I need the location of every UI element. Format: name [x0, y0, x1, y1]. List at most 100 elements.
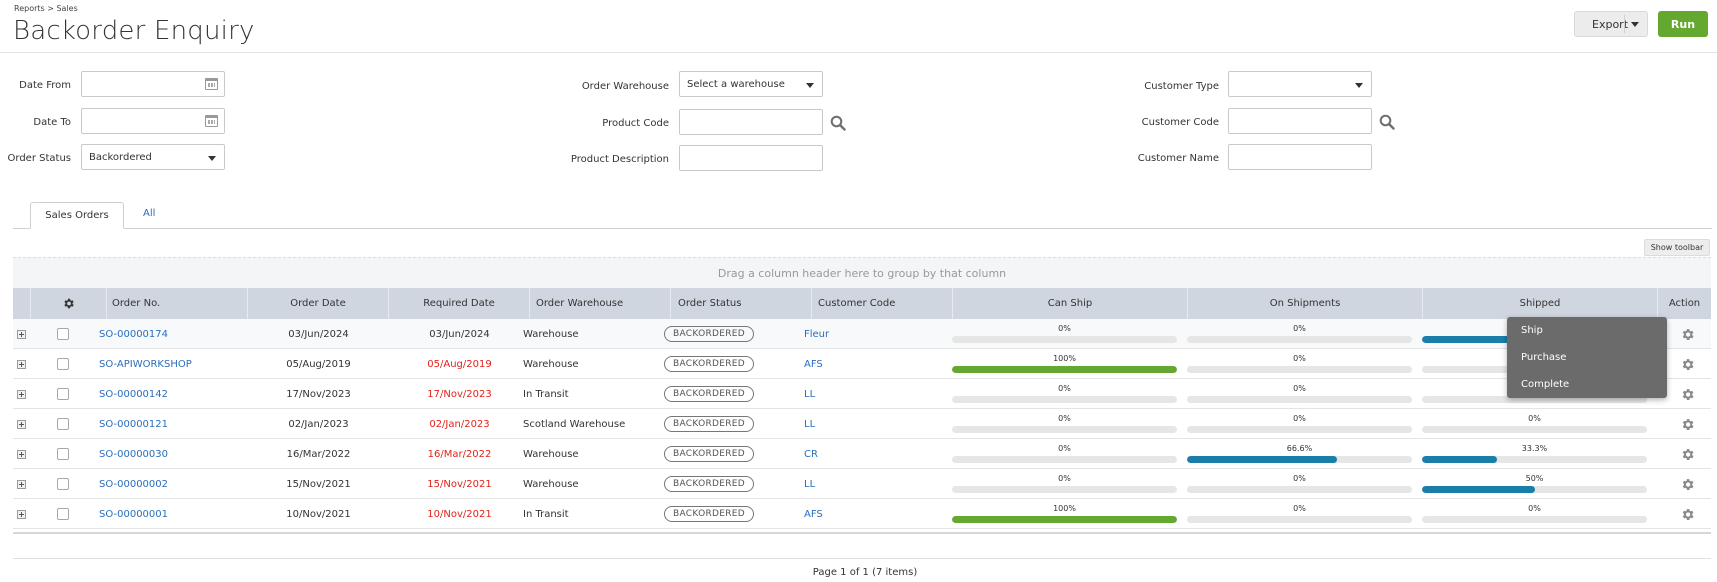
customer-type-select[interactable]	[1228, 71, 1372, 97]
customer-code-input[interactable]	[1228, 108, 1372, 134]
gear-icon[interactable]	[1680, 477, 1695, 492]
expand-cell[interactable]	[17, 379, 31, 409]
table-row[interactable]: SO-00000001 10/Nov/2021 10/Nov/2021 In T…	[13, 499, 1711, 529]
select-cell[interactable]	[57, 319, 77, 349]
header-required-date[interactable]: Required Date	[389, 288, 530, 319]
customer-name-input[interactable]	[1228, 144, 1372, 170]
gear-icon[interactable]	[62, 297, 75, 310]
group-by-drop-zone[interactable]: Drag a column header here to group by th…	[13, 257, 1711, 288]
calendar-icon[interactable]	[205, 115, 218, 127]
select-cell[interactable]	[57, 379, 77, 409]
expand-icon[interactable]	[17, 479, 26, 489]
product-description-input[interactable]	[679, 145, 823, 171]
expand-cell[interactable]	[17, 499, 31, 529]
table-row[interactable]: SO-00000002 15/Nov/2021 15/Nov/2021 Ware…	[13, 469, 1711, 499]
expand-cell[interactable]	[17, 469, 31, 499]
row-checkbox[interactable]	[57, 388, 69, 400]
header-customer-code[interactable]: Customer Code	[812, 288, 953, 319]
select-cell[interactable]	[57, 349, 77, 379]
action-cell[interactable]	[1672, 499, 1702, 529]
row-checkbox[interactable]	[57, 478, 69, 490]
row-checkbox[interactable]	[57, 448, 69, 460]
table-row[interactable]: SO-00000142 17/Nov/2023 17/Nov/2023 In T…	[13, 379, 1711, 409]
gear-icon[interactable]	[1680, 327, 1695, 342]
menu-item-purchase[interactable]: Purchase	[1521, 352, 1566, 363]
customer-code-link[interactable]: LL	[804, 379, 945, 409]
search-icon[interactable]	[1379, 114, 1395, 130]
expand-cell[interactable]	[17, 439, 31, 469]
order-status-select[interactable]: Backordered	[81, 144, 225, 170]
select-cell[interactable]	[57, 469, 77, 499]
order-no-link[interactable]: SO-00000121	[99, 409, 239, 439]
table-row[interactable]: SO-00000174 03/Jun/2024 03/Jun/2024 Ware…	[13, 319, 1711, 349]
export-button[interactable]: Export	[1574, 11, 1648, 37]
row-checkbox[interactable]	[57, 508, 69, 520]
expand-cell[interactable]	[17, 349, 31, 379]
search-icon[interactable]	[830, 115, 846, 131]
chevron-down-icon[interactable]	[1631, 22, 1639, 27]
row-checkbox[interactable]	[57, 418, 69, 430]
action-cell[interactable]	[1672, 349, 1702, 379]
customer-code-link[interactable]: LL	[804, 469, 945, 499]
customer-code-link[interactable]: LL	[804, 409, 945, 439]
expand-cell[interactable]	[17, 409, 31, 439]
expand-icon[interactable]	[17, 389, 26, 399]
header-settings[interactable]	[31, 288, 107, 319]
customer-code-link[interactable]: AFS	[804, 499, 945, 529]
menu-item-ship[interactable]: Ship	[1521, 325, 1543, 336]
table-row[interactable]: SO-00000121 02/Jan/2023 02/Jan/2023 Scot…	[13, 409, 1711, 439]
calendar-icon[interactable]	[205, 78, 218, 90]
tab-all[interactable]: All	[143, 208, 155, 219]
header-order-date[interactable]: Order Date	[248, 288, 389, 319]
order-no-link[interactable]: SO-APIWORKSHOP	[99, 349, 239, 379]
gear-icon[interactable]	[1680, 447, 1695, 462]
tab-sales-orders[interactable]: Sales Orders	[30, 202, 124, 229]
show-toolbar-button[interactable]: Show toolbar	[1644, 239, 1710, 256]
expand-icon[interactable]	[17, 359, 26, 369]
action-cell[interactable]	[1672, 439, 1702, 469]
customer-code-link[interactable]: CR	[804, 439, 945, 469]
header-divider	[0, 52, 1717, 53]
customer-code-link[interactable]: Fleur	[804, 319, 945, 349]
row-checkbox[interactable]	[57, 358, 69, 370]
menu-item-complete[interactable]: Complete	[1521, 379, 1569, 390]
action-cell[interactable]	[1672, 469, 1702, 499]
row-checkbox[interactable]	[57, 328, 69, 340]
order-no-link[interactable]: SO-00000142	[99, 379, 239, 409]
table-row[interactable]: SO-00000030 16/Mar/2022 16/Mar/2022 Ware…	[13, 439, 1711, 469]
product-code-input[interactable]	[679, 109, 823, 135]
action-cell[interactable]	[1672, 379, 1702, 409]
header-on-shipments[interactable]: On Shipments	[1188, 288, 1423, 319]
customer-code-link[interactable]: AFS	[804, 349, 945, 379]
order-no-link[interactable]: SO-00000001	[99, 499, 239, 529]
order-no-link[interactable]: SO-00000002	[99, 469, 239, 499]
action-cell[interactable]	[1672, 409, 1702, 439]
gear-icon[interactable]	[1680, 417, 1695, 432]
select-cell[interactable]	[57, 499, 77, 529]
order-warehouse-select[interactable]: Select a warehouse	[679, 71, 823, 97]
select-cell[interactable]	[57, 439, 77, 469]
order-no-link[interactable]: SO-00000174	[99, 319, 239, 349]
gear-icon[interactable]	[1680, 507, 1695, 522]
header-order-warehouse[interactable]: Order Warehouse	[530, 288, 671, 319]
breadcrumb[interactable]: Reports > Sales	[14, 4, 78, 13]
expand-cell[interactable]	[17, 319, 31, 349]
gear-icon[interactable]	[1680, 357, 1695, 372]
order-no-link[interactable]: SO-00000030	[99, 439, 239, 469]
expand-icon[interactable]	[17, 449, 26, 459]
date-from-input[interactable]	[81, 71, 225, 97]
expand-icon[interactable]	[17, 329, 26, 339]
expand-icon[interactable]	[17, 509, 26, 519]
date-to-input[interactable]	[81, 108, 225, 134]
select-cell[interactable]	[57, 409, 77, 439]
header-order-no[interactable]: Order No.	[107, 288, 248, 319]
on_shipments-track	[1187, 516, 1412, 523]
expand-icon[interactable]	[17, 419, 26, 429]
gear-icon[interactable]	[1680, 387, 1695, 402]
action-cell[interactable]	[1672, 319, 1702, 349]
run-button[interactable]: Run	[1658, 11, 1708, 37]
header-can-ship[interactable]: Can Ship	[953, 288, 1188, 319]
header-order-status[interactable]: Order Status	[671, 288, 812, 319]
header-shipped[interactable]: Shipped	[1423, 288, 1658, 319]
table-row[interactable]: SO-APIWORKSHOP 05/Aug/2019 05/Aug/2019 W…	[13, 349, 1711, 379]
